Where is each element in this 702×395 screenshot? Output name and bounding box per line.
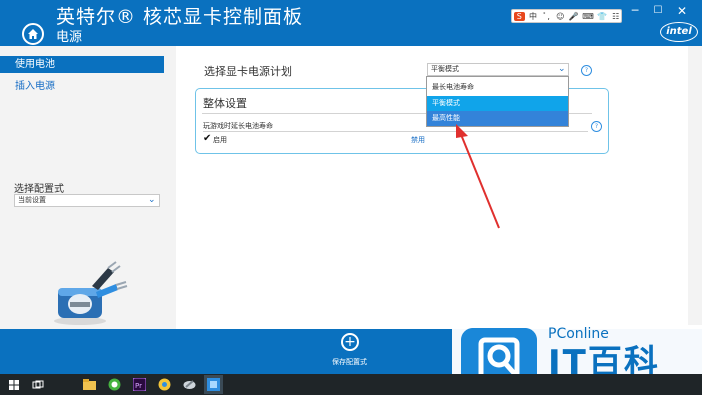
checkmark-icon[interactable]: ✔	[203, 133, 211, 144]
ime-chinese-mode[interactable]: 中	[528, 11, 539, 22]
divider	[203, 131, 588, 132]
task-view-icon	[32, 380, 43, 388]
dropdown-option-balanced[interactable]: 平衡模式	[427, 96, 568, 111]
browser-taskbar-icon[interactable]	[155, 375, 174, 394]
red-arrow-annotation	[456, 124, 500, 229]
dropdown-option-max-battery[interactable]: 最长电池寿命	[427, 80, 568, 94]
svg-text:Pr: Pr	[135, 382, 142, 390]
chat-app-taskbar-icon[interactable]	[105, 375, 124, 394]
ime-logo-icon[interactable]: S	[514, 11, 525, 21]
profile-select[interactable]: 当前设置	[14, 194, 160, 207]
ime-voice-icon[interactable]: 🎤	[569, 12, 580, 21]
home-button[interactable]	[22, 23, 44, 45]
disable-option[interactable]: 禁用	[411, 135, 425, 145]
chevron-down-icon[interactable]: ⌄	[148, 194, 158, 207]
ime-keyboard-icon[interactable]: ⌨	[582, 12, 594, 21]
file-explorer-taskbar-icon[interactable]	[80, 375, 99, 394]
intel-logo: intel	[660, 22, 698, 42]
maximize-button[interactable]: ☐	[651, 5, 665, 17]
app-title: 英特尔® 核芯显卡控制面板	[56, 6, 304, 28]
watermark-brand: PConline	[548, 326, 609, 342]
scrollbar[interactable]	[688, 46, 702, 329]
gaming-battery-setting-label: 玩游戏时延长电池寿命	[203, 122, 273, 130]
help-icon[interactable]: ?	[591, 121, 602, 132]
help-icon[interactable]: ?	[581, 65, 592, 76]
enable-option[interactable]: 启用	[213, 135, 227, 145]
close-button[interactable]: ✕	[674, 4, 690, 18]
intel-graphics-taskbar-icon[interactable]	[204, 375, 223, 394]
home-icon	[28, 29, 38, 39]
windows-logo-icon	[8, 379, 19, 390]
ime-emoji-icon[interactable]: ☺	[555, 12, 566, 21]
minimize-button[interactable]: ─	[628, 5, 642, 17]
save-profile-label[interactable]: 保存配置式	[332, 357, 367, 367]
power-plan-select[interactable]: 平衡模式	[427, 63, 569, 76]
ime-toolbar[interactable]: S 中 ﾟ, ☺ 🎤 ⌨ 👕 ☷	[511, 9, 622, 23]
sidebar-item-on-battery[interactable]: 使用电池	[0, 56, 164, 73]
save-profile-button[interactable]: +	[341, 333, 359, 351]
chevron-down-icon[interactable]: ⌄	[558, 63, 568, 76]
ime-punctuation-icon[interactable]: ﾟ,	[541, 11, 552, 22]
premiere-taskbar-icon[interactable]: Pr	[130, 375, 149, 394]
profile-select-label: 选择配置式	[14, 184, 64, 195]
overall-settings-title: 整体设置	[203, 97, 247, 110]
sidebar-item-plugged-in[interactable]: 插入电源	[15, 77, 55, 92]
ime-skin-icon[interactable]: 👕	[597, 12, 608, 21]
ime-toolbox-icon[interactable]: ☷	[610, 12, 621, 21]
battery-plug-illustration	[54, 261, 128, 325]
section-title: 电源	[56, 30, 83, 45]
power-plan-label: 选择显卡电源计划	[204, 65, 292, 78]
start-button[interactable]	[4, 375, 23, 394]
task-view-button[interactable]	[28, 375, 47, 394]
tool-taskbar-icon[interactable]	[180, 375, 199, 394]
